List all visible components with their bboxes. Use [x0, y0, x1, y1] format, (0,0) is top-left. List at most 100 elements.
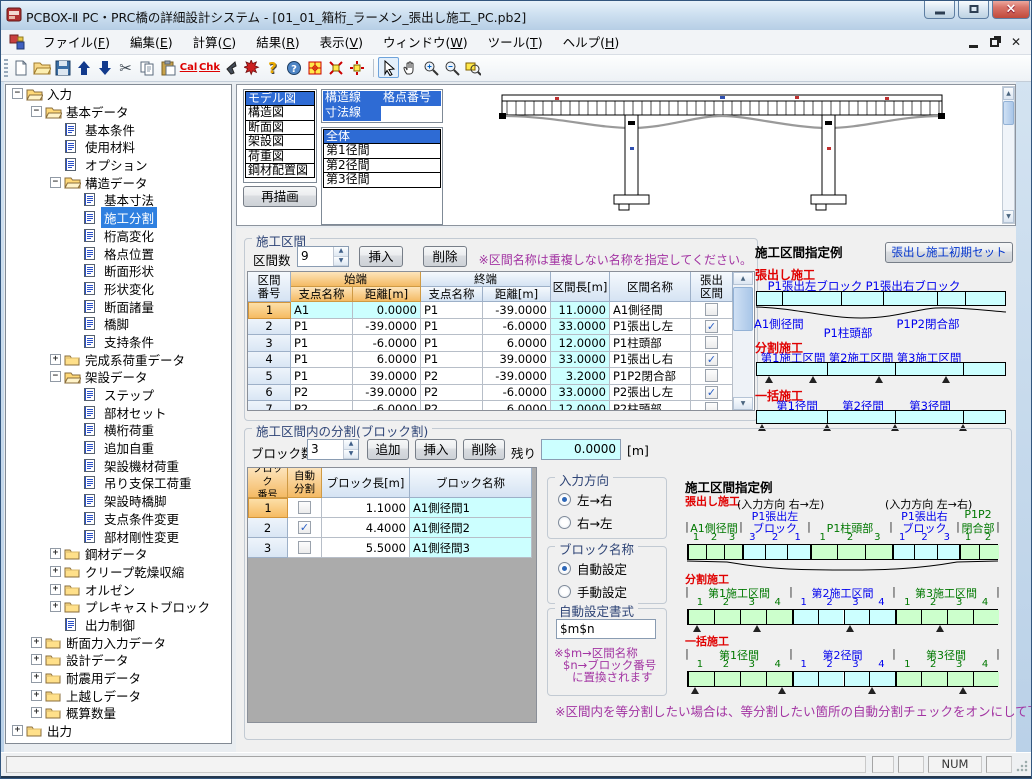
- menu-item[interactable]: 編集(E): [120, 30, 183, 55]
- close-button[interactable]: ×: [992, 0, 1030, 19]
- copy-button[interactable]: [136, 57, 157, 78]
- auto-split-checkbox[interactable]: ✓: [298, 521, 311, 534]
- row-header[interactable]: 3: [248, 335, 291, 352]
- auto-split-checkbox[interactable]: [298, 541, 311, 554]
- block-delete-button[interactable]: 削除: [463, 439, 505, 460]
- row-header[interactable]: 2: [248, 518, 288, 538]
- calc-button[interactable]: Cal: [178, 57, 199, 78]
- tree-item[interactable]: 吊り支保工荷重: [6, 474, 231, 492]
- list-item[interactable]: 荷重図: [245, 149, 315, 164]
- overhang-init-button[interactable]: 張出し施工初期セット: [885, 242, 1013, 263]
- block-count-spinner[interactable]: 3 ▲▼: [307, 439, 359, 460]
- tree-item[interactable]: 格点位置: [6, 244, 231, 262]
- menu-item[interactable]: ファイル(F): [33, 30, 120, 55]
- mdi-close-icon[interactable]: ✕: [1011, 36, 1021, 48]
- row-header[interactable]: 6: [248, 385, 291, 402]
- auto-split-checkbox[interactable]: [298, 501, 311, 514]
- naming-option[interactable]: 自動設定: [558, 559, 627, 578]
- tree-item[interactable]: −架設データ: [6, 368, 231, 386]
- tree-item[interactable]: 支持条件: [6, 333, 231, 351]
- save-file-button[interactable]: [52, 57, 73, 78]
- tree-item[interactable]: 断面形状: [6, 262, 231, 280]
- tree-item[interactable]: −構造データ: [6, 173, 231, 191]
- tree-item[interactable]: +断面力入力データ: [6, 633, 231, 651]
- scroll-up-icon[interactable]: ▲: [1003, 87, 1014, 100]
- list-item[interactable]: 構造線: [323, 91, 381, 106]
- list-item[interactable]: 第1径間: [323, 143, 441, 158]
- tree-item[interactable]: 使用材料: [6, 138, 231, 156]
- overhang-checkbox[interactable]: [705, 402, 718, 411]
- zoom-in-button[interactable]: [420, 57, 441, 78]
- menu-item[interactable]: ツール(T): [478, 30, 553, 55]
- row-header[interactable]: 1: [248, 498, 288, 518]
- tree-item[interactable]: 施工分割: [6, 209, 231, 227]
- menu-item[interactable]: 結果(R): [246, 30, 309, 55]
- tree-item[interactable]: 基本条件: [6, 120, 231, 138]
- scroll-down-icon[interactable]: ▼: [1003, 210, 1014, 223]
- overhang-checkbox[interactable]: [705, 336, 718, 349]
- open-file-button[interactable]: [31, 57, 52, 78]
- mdi-restore-icon[interactable]: [990, 38, 999, 47]
- direction-option[interactable]: 右→左: [558, 513, 612, 532]
- tree-item[interactable]: +オルゼン: [6, 580, 231, 598]
- block-insert-button[interactable]: 挿入: [415, 439, 457, 460]
- help-search-button[interactable]: ?: [283, 57, 304, 78]
- naming-option[interactable]: 手動設定: [558, 582, 627, 601]
- list-item[interactable]: 全体: [323, 129, 441, 144]
- spin-up-icon[interactable]: ▲: [334, 247, 348, 257]
- paste-button[interactable]: [157, 57, 178, 78]
- tree-item[interactable]: 架設機材荷重: [6, 456, 231, 474]
- diagram-type-list[interactable]: モデル図構造図断面図架設図荷重図鋼材配置図: [243, 89, 317, 183]
- spin-up-icon[interactable]: ▲: [344, 440, 358, 450]
- tree-item[interactable]: 追加自重: [6, 439, 231, 457]
- expand-view-button[interactable]: [325, 57, 346, 78]
- restore-button[interactable]: [958, 0, 989, 19]
- overhang-checkbox[interactable]: ✓: [705, 353, 718, 366]
- tree-item[interactable]: +プレキャストブロック: [6, 598, 231, 616]
- list-item[interactable]: 断面図: [245, 120, 315, 135]
- zoom-window-button[interactable]: [462, 57, 483, 78]
- format-input[interactable]: $m$n: [556, 619, 656, 639]
- fit-view-button[interactable]: [304, 57, 325, 78]
- result-view-button[interactable]: [241, 57, 262, 78]
- direction-option[interactable]: 左→右: [558, 490, 612, 509]
- tree-item[interactable]: +上越しデータ: [6, 686, 231, 704]
- block-table[interactable]: ブロック 番号自動 分割ブロック長[m]ブロック名称11.1000A1側径間12…: [247, 467, 537, 723]
- list-item[interactable]: 格点番号: [381, 91, 441, 106]
- spin-down-icon[interactable]: ▼: [334, 257, 348, 267]
- tree-item[interactable]: 部材セット: [6, 403, 231, 421]
- move-down-button[interactable]: [94, 57, 115, 78]
- tree-item[interactable]: 出力制御: [6, 616, 231, 634]
- section-count-spinner[interactable]: 9 ▲▼: [297, 246, 349, 267]
- resize-grip[interactable]: [1016, 760, 1028, 772]
- spin-down-icon[interactable]: ▼: [344, 450, 358, 460]
- tree-item[interactable]: 基本寸法: [6, 191, 231, 209]
- tree-item[interactable]: +設計データ: [6, 651, 231, 669]
- list-item[interactable]: 寸法線: [323, 106, 381, 121]
- radio-icon[interactable]: [558, 562, 571, 575]
- tree-item[interactable]: 横桁荷重: [6, 421, 231, 439]
- tree-item[interactable]: 断面諸量: [6, 297, 231, 315]
- row-header[interactable]: 4: [248, 352, 291, 369]
- tree-item[interactable]: 部材剛性変更: [6, 527, 231, 545]
- move-up-button[interactable]: [73, 57, 94, 78]
- tree-item[interactable]: 桁高変化: [6, 227, 231, 245]
- row-header[interactable]: 1: [248, 302, 291, 319]
- mouse-tool-button[interactable]: [220, 57, 241, 78]
- tree-item[interactable]: +出力: [6, 722, 231, 740]
- minimize-button[interactable]: [924, 0, 955, 19]
- overhang-checkbox[interactable]: ✓: [705, 386, 718, 399]
- block-add-button[interactable]: 追加: [367, 439, 409, 460]
- shrink-view-button[interactable]: [346, 57, 367, 78]
- tree-item[interactable]: 橋脚: [6, 315, 231, 333]
- redraw-button[interactable]: 再描画: [243, 186, 317, 207]
- check-button[interactable]: Chk: [199, 57, 220, 78]
- tree-item[interactable]: +完成系荷重データ: [6, 350, 231, 368]
- tree-item[interactable]: 支点条件変更: [6, 510, 231, 528]
- menu-item[interactable]: ヘルプ(H): [553, 30, 630, 55]
- table-vertical-scrollbar[interactable]: ▲▼: [733, 272, 753, 410]
- section-delete-button[interactable]: 削除: [423, 246, 467, 267]
- zoom-out-button[interactable]: [441, 57, 462, 78]
- tree-item[interactable]: オプション: [6, 156, 231, 174]
- radio-icon[interactable]: [558, 585, 571, 598]
